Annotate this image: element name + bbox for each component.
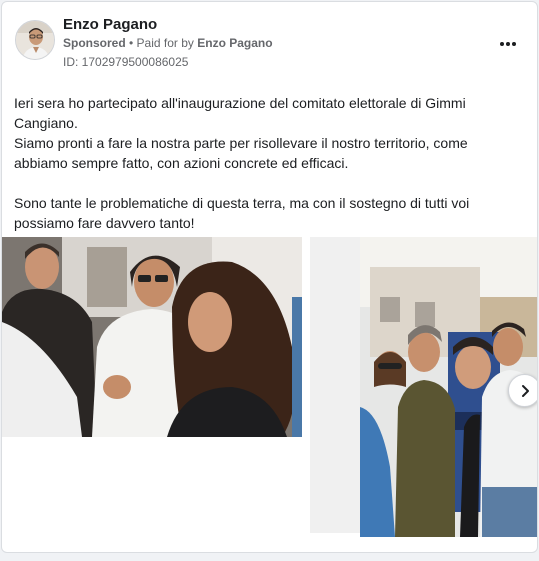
- carousel-next-button[interactable]: [508, 374, 537, 407]
- post-text-line: Ieri sera ho partecipato all'inaugurazio…: [14, 95, 466, 131]
- paid-for-name[interactable]: Enzo Pagano: [197, 36, 272, 50]
- chevron-right-icon: [521, 384, 529, 397]
- author-avatar[interactable]: [15, 20, 55, 60]
- sponsored-meta: Sponsored • Paid for by Enzo Pagano: [63, 36, 273, 50]
- carousel-image-1-graphic: [2, 237, 302, 437]
- author-name[interactable]: Enzo Pagano: [63, 16, 157, 33]
- carousel-image-1[interactable]: [2, 237, 302, 437]
- paid-for-prefix: Paid for by: [136, 36, 198, 50]
- post-text-line: Siamo pronti a fare la nostra parte per …: [14, 135, 468, 171]
- meta-separator: •: [125, 36, 137, 50]
- ad-card: Enzo Pagano Sponsored • Paid for by Enzo…: [1, 1, 538, 553]
- ad-id: ID: 1702979500086025: [63, 55, 189, 69]
- more-horizontal-icon: [499, 33, 517, 51]
- more-options-button[interactable]: [496, 32, 520, 52]
- post-text-line: Sono tante le problematiche di questa te…: [14, 195, 470, 231]
- sponsored-label: Sponsored: [63, 36, 126, 50]
- author-avatar-image: [16, 21, 54, 59]
- carousel-spacer: [310, 237, 360, 533]
- post-text: Ieri sera ho partecipato all'inaugurazio…: [14, 93, 519, 233]
